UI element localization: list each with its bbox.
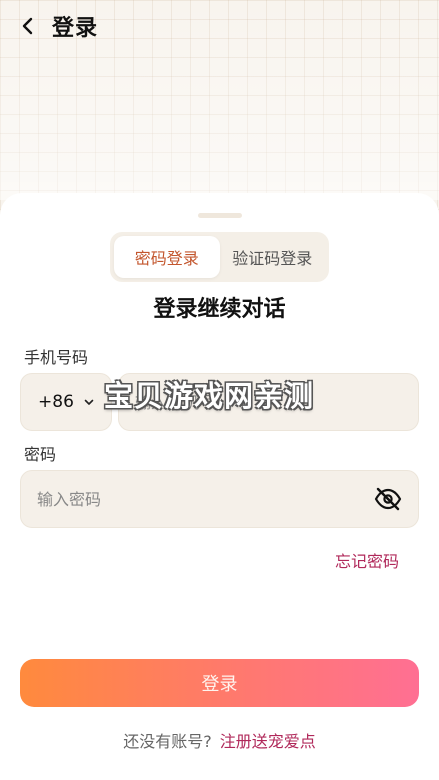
password-label: 密码 <box>24 445 57 464</box>
password-input[interactable] <box>37 471 357 527</box>
phone-field <box>118 373 419 431</box>
signup-question: 还没有账号? <box>123 732 212 751</box>
eye-off-icon <box>374 487 402 511</box>
login-sheet: 密码登录 验证码登录 登录继续对话 手机号码 +86 密码 忘记密码 登录 还没… <box>0 193 439 780</box>
chevron-down-icon <box>84 399 94 406</box>
forgot-password-link[interactable]: 忘记密码 <box>335 548 399 572</box>
signup-row: 还没有账号? 注册送宠爱点 <box>0 728 439 752</box>
toggle-password-visibility-button[interactable] <box>374 485 402 513</box>
top-bar: 登录 <box>0 0 439 52</box>
country-code-select[interactable]: +86 <box>20 373 112 431</box>
country-code-value: +86 <box>38 392 74 412</box>
chevron-left-icon <box>22 17 33 35</box>
sheet-handle[interactable] <box>198 213 242 218</box>
login-button[interactable]: 登录 <box>20 659 419 707</box>
back-button[interactable] <box>6 0 50 52</box>
phone-label: 手机号码 <box>24 348 89 367</box>
signup-link[interactable]: 注册送宠爱点 <box>220 732 316 751</box>
page-title: 登录 <box>52 16 99 41</box>
password-field <box>20 470 419 528</box>
form-heading: 登录继续对话 <box>153 297 286 322</box>
login-mode-tabs: 密码登录 验证码登录 <box>110 232 329 282</box>
tab-password-login[interactable]: 密码登录 <box>114 236 220 278</box>
phone-input[interactable] <box>135 374 395 430</box>
tab-code-login[interactable]: 验证码登录 <box>220 236 326 278</box>
